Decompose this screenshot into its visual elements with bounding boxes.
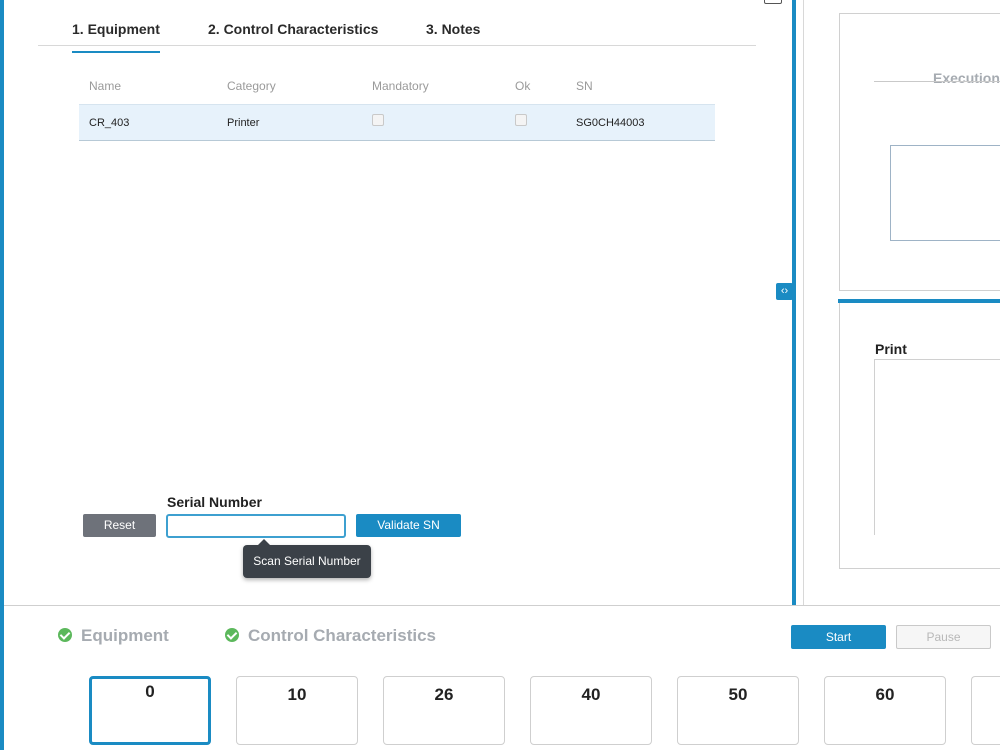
right-panel: Execution Print [803,0,1000,605]
step-tabs: 1. Equipment 2. Control Characteristics … [38,0,756,53]
column-header-category[interactable]: Category [227,79,276,93]
panel-corner-toggle[interactable] [764,0,782,4]
step-card[interactable]: 0 [89,676,211,745]
progress-panel: Equipment Control Characteristics Start … [4,605,1000,750]
splitter-toggle-icon[interactable]: ‹› [776,283,793,300]
validate-sn-button[interactable]: Validate SN [356,514,461,537]
print-title: Print [875,341,907,357]
start-button[interactable]: Start [791,625,886,649]
column-header-mandatory[interactable]: Mandatory [372,79,429,93]
pause-button[interactable]: Pause [896,625,991,649]
check-circle-icon [58,628,72,642]
step-card[interactable]: 60 [824,676,946,745]
serial-number-input[interactable] [166,514,346,538]
execution-title: Execution [933,70,1000,86]
step-card[interactable]: 10 [236,676,358,745]
status-equipment: Equipment [58,626,169,646]
execution-section: Execution [839,13,1000,291]
execution-divider [874,81,1000,82]
ok-checkbox[interactable] [515,114,527,126]
app-root: 1. Equipment 2. Control Characteristics … [0,0,1000,750]
tab-equipment[interactable]: 1. Equipment [72,21,160,53]
print-preview-area [874,359,1000,535]
panel-splitter[interactable] [792,0,796,605]
table-row[interactable]: CR_403 Printer SG0CH44003 [79,104,715,141]
table-header: Name Category Mandatory Ok SN [79,72,715,104]
status-label: Equipment [81,626,169,645]
scan-serial-tooltip: Scan Serial Number [243,539,371,578]
reset-button[interactable]: Reset [83,514,156,537]
step-card[interactable] [971,676,1000,745]
serial-number-label: Serial Number [167,494,262,510]
execution-content-box [890,145,1000,241]
cell-name: CR_403 [89,117,130,129]
column-header-ok[interactable]: Ok [515,79,530,93]
column-header-name[interactable]: Name [89,79,121,93]
print-section: Print [839,303,1000,569]
step-card[interactable]: 40 [530,676,652,745]
cell-category: Printer [227,117,260,129]
tab-notes[interactable]: 3. Notes [426,21,480,37]
mandatory-checkbox[interactable] [372,114,384,126]
column-header-sn[interactable]: SN [576,79,593,93]
equipment-table: Name Category Mandatory Ok SN CR_403 Pri… [79,72,715,141]
step-card[interactable]: 50 [677,676,799,745]
equipment-panel: 1. Equipment 2. Control Characteristics … [4,0,792,605]
status-control-characteristics: Control Characteristics [225,626,436,646]
check-circle-icon [225,628,239,642]
step-card[interactable]: 26 [383,676,505,745]
status-label: Control Characteristics [248,626,436,645]
cell-sn: SG0CH44003 [576,117,645,129]
tab-control-characteristics[interactable]: 2. Control Characteristics [208,21,378,37]
